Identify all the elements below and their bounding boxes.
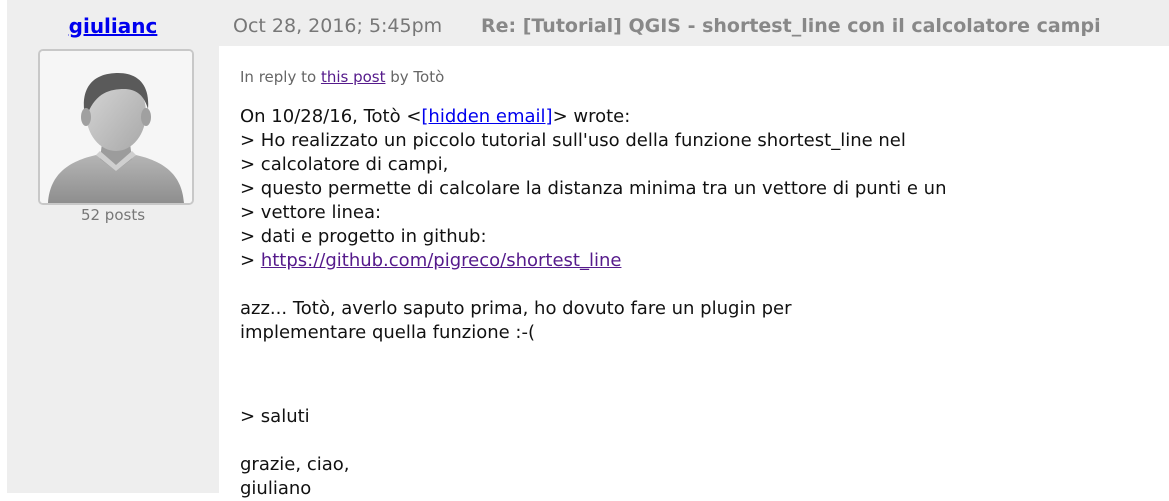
post-subject: Re: [Tutorial] QGIS - shortest_line con …: [481, 15, 1101, 37]
reply-prefix: In reply to: [240, 68, 321, 86]
reply-text-line: azz... Totò, averlo saputo prima, ho dov…: [240, 298, 792, 319]
quote-url-line: > https://github.com/pigreco/shortest_li…: [240, 249, 946, 273]
quote-line: > Ho realizzato un piccolo tutorial sull…: [240, 130, 906, 151]
message-intro: On 10/28/16, Totò <[hidden email]> wrote…: [240, 105, 946, 129]
avatar[interactable]: [38, 49, 194, 205]
saluti-line: > saluti: [240, 406, 310, 427]
quote-line: > calcolatore di campi,: [240, 154, 449, 175]
quote-line: > questo permette di calcolare la distan…: [240, 178, 947, 199]
closing-line: grazie, ciao,: [240, 454, 350, 475]
quote-line: > dati e progetto in github:: [240, 226, 487, 247]
forum-post: giulianc 52 posts Oct 28, 2016; 5:45pm R…: [7, 0, 1169, 499]
default-user-silhouette-icon: [40, 51, 192, 203]
reply-suffix: by Totò: [385, 68, 445, 86]
post-header: Oct 28, 2016; 5:45pm Re: [Tutorial] QGIS…: [219, 0, 1169, 46]
reply-text-line: implementare quella funzione :-(: [240, 322, 536, 343]
github-link[interactable]: https://github.com/pigreco/shortest_line: [261, 250, 622, 271]
intro-prefix: On 10/28/16, Totò <: [240, 106, 422, 127]
author-column: giulianc 52 posts: [7, 0, 219, 493]
hidden-email-link[interactable]: [hidden email]: [421, 106, 552, 127]
post-body: In reply to this post by Totò On 10/28/1…: [219, 46, 1169, 499]
this-post-link[interactable]: this post: [321, 68, 386, 86]
reply-reference: In reply to this post by Totò: [240, 68, 444, 86]
signature-line: giuliano: [240, 478, 312, 499]
quote-line: > vettore linea:: [240, 202, 382, 223]
quote-marker: >: [240, 250, 261, 271]
author-name-link[interactable]: giulianc: [7, 14, 219, 38]
message-text: On 10/28/16, Totò <[hidden email]> wrote…: [240, 105, 946, 501]
post-count: 52 posts: [80, 206, 146, 224]
post-date: Oct 28, 2016; 5:45pm: [233, 15, 443, 37]
intro-suffix: > wrote:: [552, 106, 631, 127]
